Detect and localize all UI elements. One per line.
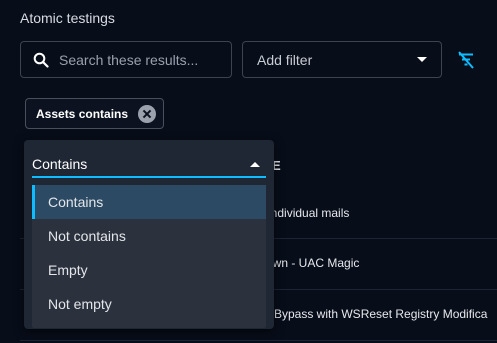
operator-select-value: Contains [32, 156, 88, 172]
option-not-contains[interactable]: Not contains [32, 219, 266, 253]
search-icon [33, 52, 49, 68]
chevron-up-icon [250, 161, 260, 167]
add-filter-select[interactable]: Add filter [242, 41, 442, 78]
filter-off-icon [458, 51, 474, 69]
chevron-down-icon [417, 57, 427, 62]
row-divider [20, 340, 497, 341]
filter-chip-label: Assets contains [36, 106, 129, 121]
option-empty[interactable]: Empty [32, 253, 266, 287]
add-filter-label: Add filter [257, 51, 313, 68]
table-row-text: C Bypass with WSReset Registry Modifica [262, 307, 488, 321]
clear-filters-button[interactable] [456, 50, 476, 70]
operator-select[interactable]: Contains [32, 152, 266, 178]
search-box[interactable] [20, 41, 232, 78]
operator-options-menu: Contains Not contains Empty Not empty [32, 185, 266, 328]
page-title: Atomic testings [20, 10, 115, 26]
filter-chip[interactable]: Assets contains [25, 98, 165, 129]
close-circle-icon[interactable] [138, 104, 157, 123]
option-contains[interactable]: Contains [32, 185, 266, 219]
option-not-empty[interactable]: Not empty [32, 287, 266, 321]
search-input[interactable] [59, 51, 219, 68]
